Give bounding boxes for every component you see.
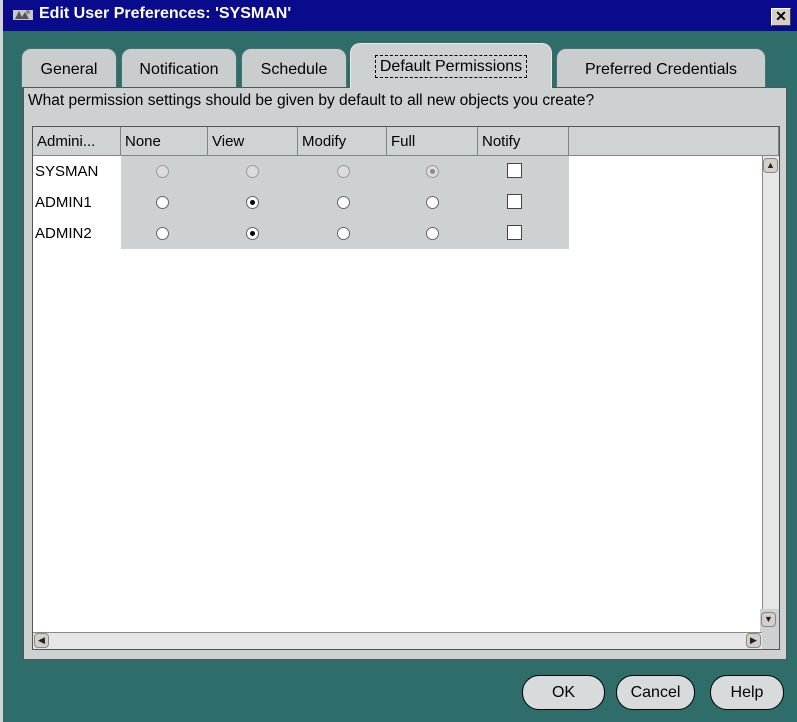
permissions-table: Admini... None View Modify Full Notify S… <box>32 126 780 650</box>
row-admin-name: ADMIN2 <box>35 225 92 242</box>
horizontal-scrollbar[interactable]: ◀ ▶ <box>33 632 762 649</box>
column-header-empty <box>569 127 779 156</box>
tab-label: Preferred Credentials <box>584 61 738 78</box>
row-admin-name: ADMIN1 <box>35 194 92 211</box>
tab-notification[interactable]: Notification <box>121 48 237 87</box>
ok-button[interactable]: OK <box>522 675 605 710</box>
cancel-button[interactable]: Cancel <box>616 675 695 710</box>
radio-modify[interactable] <box>337 227 350 240</box>
radio-none[interactable] <box>156 196 169 209</box>
app-icon <box>13 10 33 20</box>
window-title: Edit User Preferences: 'SYSMAN' <box>39 5 292 22</box>
row-admin-name: SYSMAN <box>35 163 99 180</box>
tab-panel: What permission settings should be given… <box>23 87 787 660</box>
radio-full[interactable] <box>426 196 439 209</box>
close-button[interactable]: ✕ <box>771 8 791 26</box>
column-header-admin[interactable]: Admini... <box>33 127 121 156</box>
scroll-down-icon[interactable]: ▼ <box>761 612 776 627</box>
scroll-left-icon[interactable]: ◀ <box>34 633 49 648</box>
radio-modify <box>337 165 350 178</box>
radio-modify[interactable] <box>337 196 350 209</box>
question-text: What permission settings should be given… <box>28 92 595 109</box>
radio-full[interactable] <box>426 227 439 240</box>
tab-label: Default Permissions <box>374 55 528 78</box>
scroll-corner: ▼ <box>760 609 779 649</box>
tab-default-permissions[interactable]: Default Permissions <box>350 43 552 89</box>
radio-full <box>426 165 439 178</box>
tab-general[interactable]: General <box>21 48 117 87</box>
column-header-modify[interactable]: Modify <box>298 127 387 156</box>
radio-none <box>156 165 169 178</box>
scroll-right-icon[interactable]: ▶ <box>746 633 761 648</box>
notify-checkbox[interactable] <box>507 194 522 209</box>
column-header-none[interactable]: None <box>121 127 208 156</box>
tab-label: Schedule <box>260 61 328 78</box>
dialog-window: Edit User Preferences: 'SYSMAN' ✕ Genera… <box>0 0 797 722</box>
radio-view[interactable] <box>246 196 259 209</box>
tab-schedule[interactable]: Schedule <box>241 48 347 87</box>
column-header-notify[interactable]: Notify <box>478 127 569 156</box>
title-bar[interactable]: Edit User Preferences: 'SYSMAN' ✕ <box>3 0 797 31</box>
help-button[interactable]: Help <box>710 675 784 710</box>
tab-label: Notification <box>139 61 219 78</box>
vertical-scrollbar[interactable]: ▲ <box>762 156 779 612</box>
tab-label: General <box>40 61 98 78</box>
notify-checkbox[interactable] <box>507 163 522 178</box>
tab-preferred-credentials[interactable]: Preferred Credentials <box>556 48 766 87</box>
column-header-full[interactable]: Full <box>387 127 478 156</box>
radio-view <box>246 165 259 178</box>
column-header-view[interactable]: View <box>208 127 298 156</box>
scroll-up-icon[interactable]: ▲ <box>763 158 778 173</box>
radio-none[interactable] <box>156 227 169 240</box>
notify-checkbox[interactable] <box>507 225 522 240</box>
radio-view[interactable] <box>246 227 259 240</box>
